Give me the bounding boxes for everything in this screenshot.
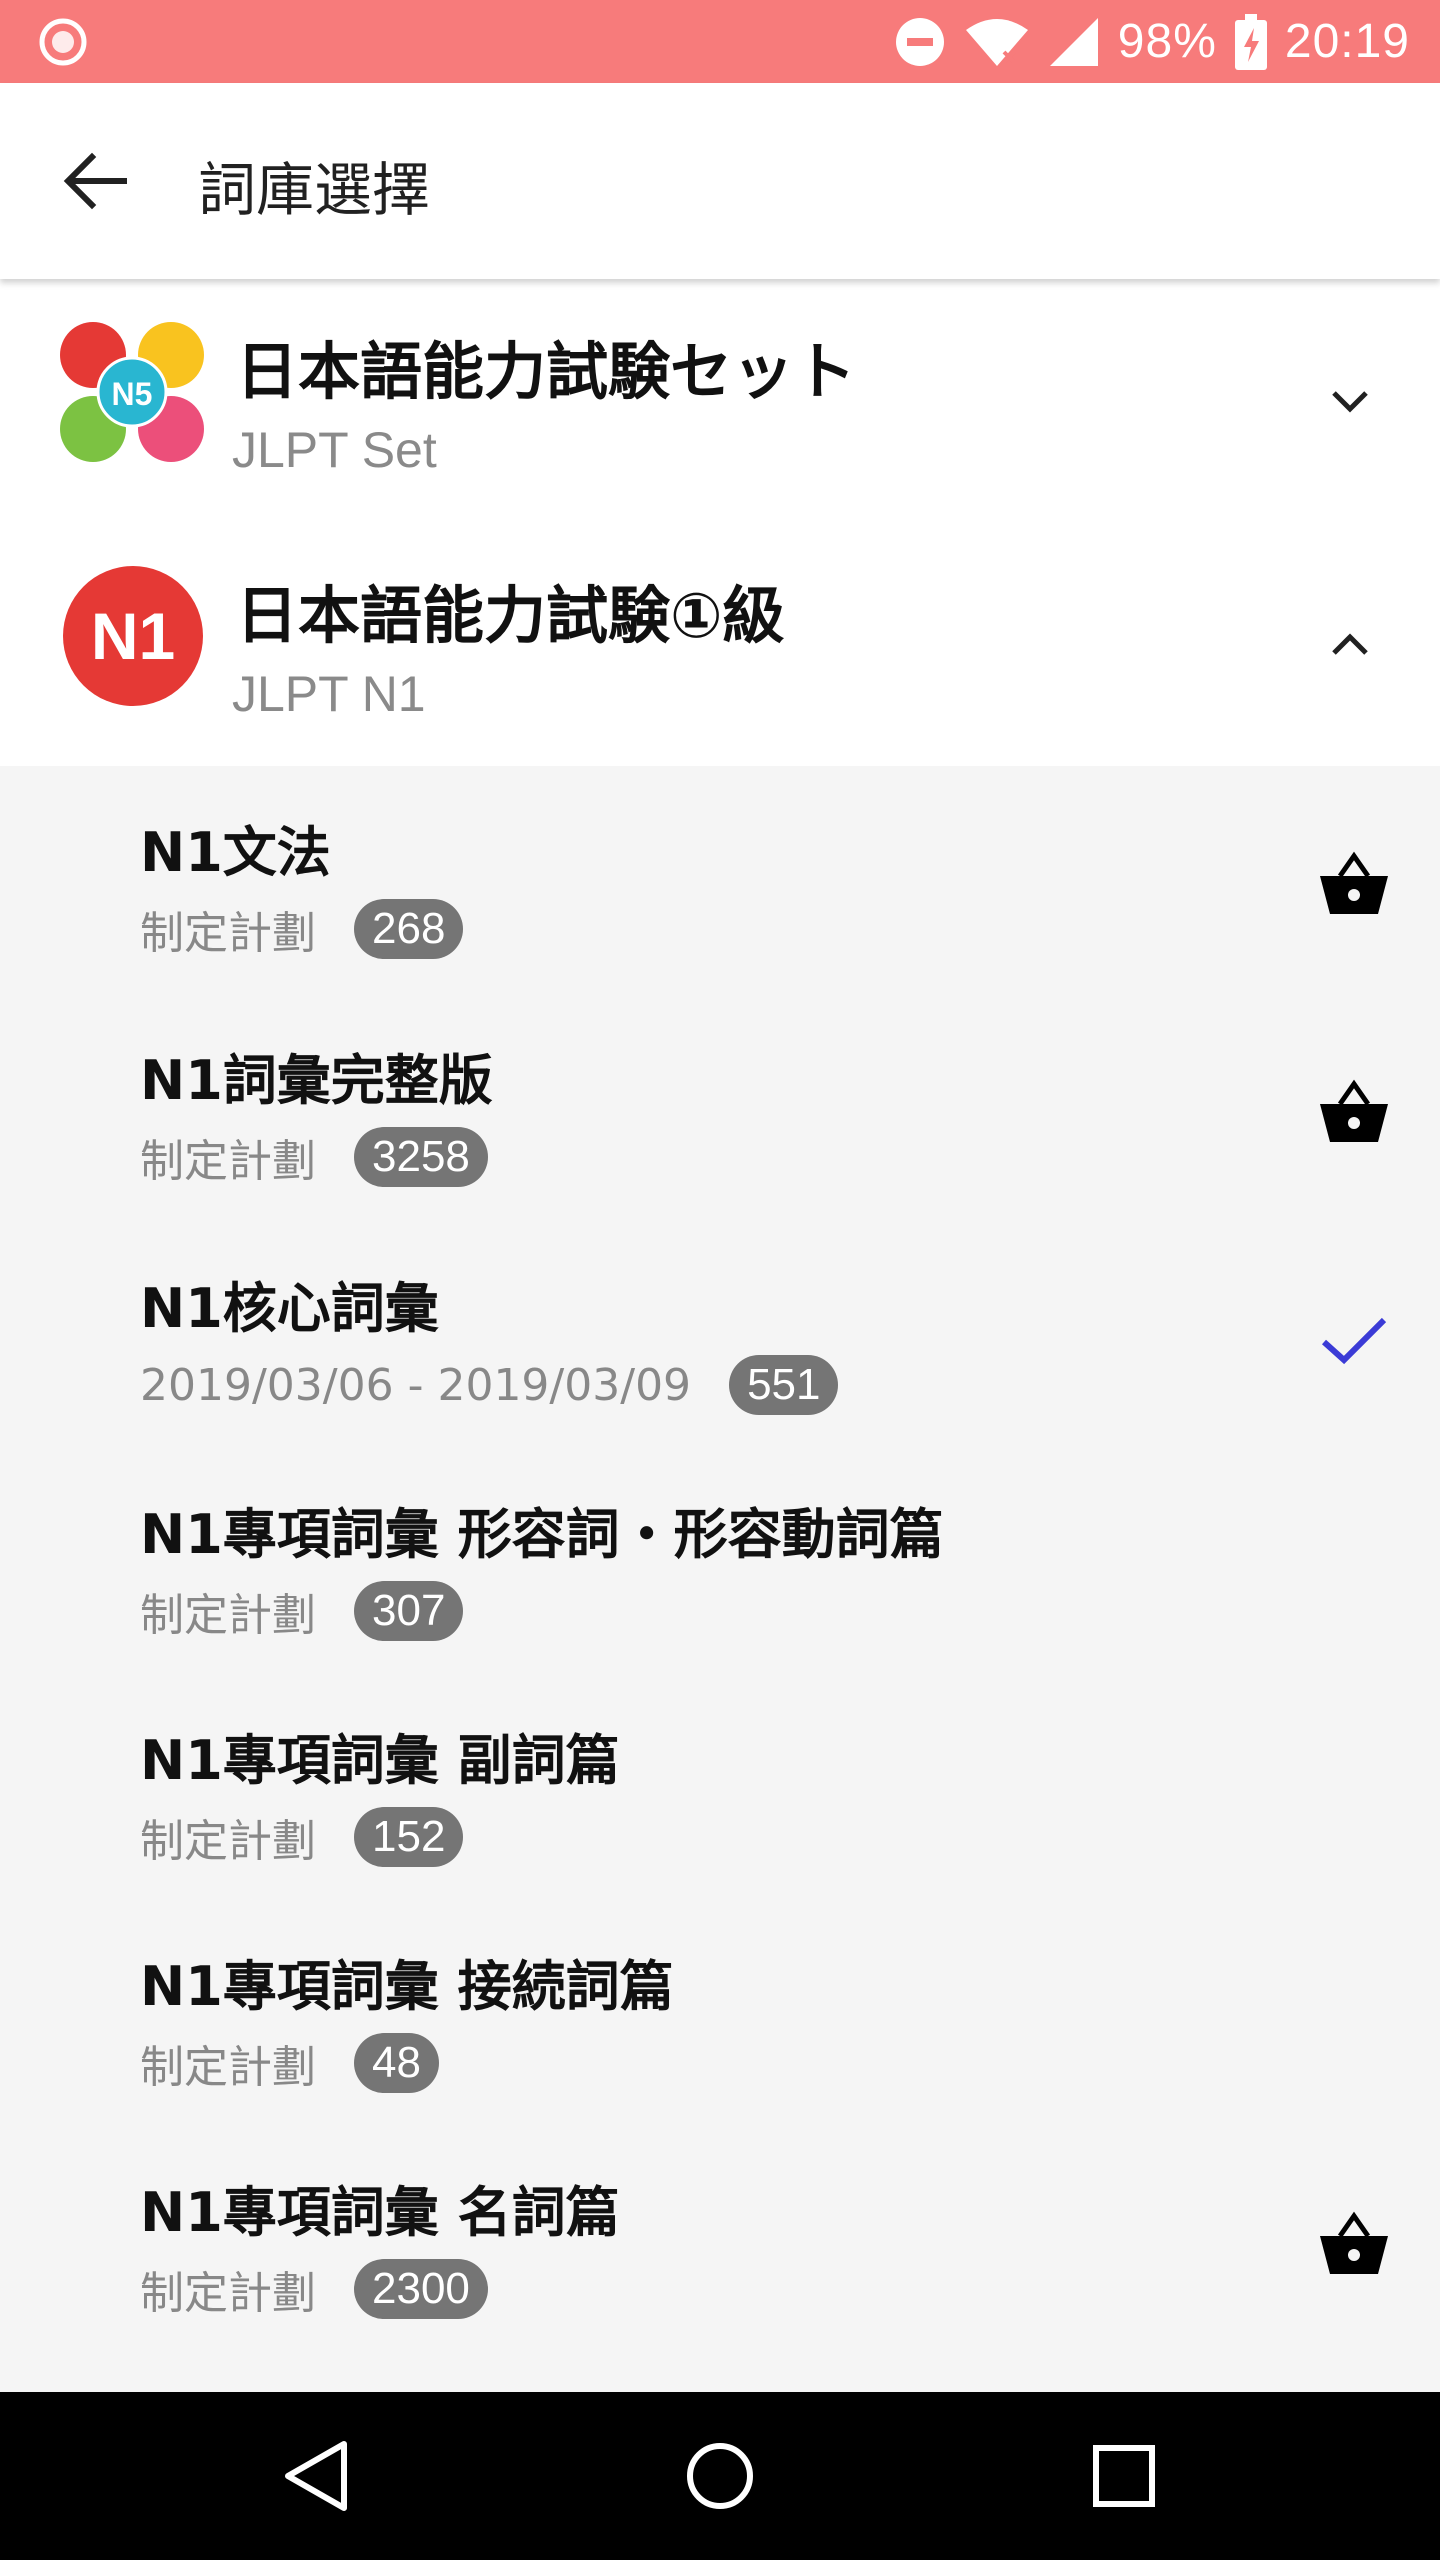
svg-text:N5: N5	[112, 376, 153, 412]
n1-list: N1文法 制定計劃 268 N1詞彙完整版 制定計劃 3258 N1核心詞彙 2…	[0, 766, 1440, 2392]
status-bar: 98% 20:19	[0, 0, 1440, 83]
list-item-title: N1專項詞彙 名詞篇	[140, 2181, 620, 2244]
list-item[interactable]: N1專項詞彙 名詞篇 制定計劃 2300	[0, 2126, 1440, 2352]
list-item[interactable]: N1專項詞彙 接続詞篇 制定計劃 48	[0, 1900, 1440, 2126]
list-item[interactable]: N1文法 制定計劃 268	[0, 766, 1440, 992]
svg-text:N1: N1	[91, 599, 175, 673]
count-badge: 307	[354, 1581, 464, 1641]
list-item-subtitle: 制定計劃	[140, 1816, 316, 1867]
check-icon[interactable]	[1316, 1302, 1392, 1378]
group-jlpt-n1[interactable]: N1 日本語能力試験①級 JLPT N1	[0, 523, 1440, 767]
notification-record-icon	[39, 18, 87, 66]
list-item-subtitle: 制定計劃	[140, 1590, 316, 1641]
group-title: 日本語能力試験セット	[236, 335, 857, 408]
list-item-title: N1專項詞彙 副詞篇	[140, 1729, 620, 1792]
basket-icon[interactable]	[1316, 1074, 1392, 1150]
list-item-selected[interactable]: N1核心詞彙 2019/03/06 - 2019/03/09 551	[0, 1222, 1440, 1448]
list-item-subtitle: 制定計劃	[140, 1136, 316, 1187]
basket-icon[interactable]	[1316, 2206, 1392, 2282]
list-item-subtitle: 制定計劃	[140, 2042, 316, 2093]
group-jlpt-set[interactable]: N5 日本語能力試験セット JLPT Set	[0, 279, 1440, 523]
chevron-down-icon[interactable]	[1320, 371, 1380, 431]
chevron-up-icon[interactable]	[1320, 615, 1380, 675]
app-bar: 詞庫選擇	[0, 83, 1440, 279]
cell-signal-icon	[1049, 17, 1098, 66]
list-item-subtitle: 制定計劃	[140, 2268, 316, 2319]
list-item-title: N1核心詞彙	[140, 1277, 439, 1340]
list-item-title: N1詞彙完整版	[140, 1049, 493, 1112]
jlpt-set-logo-icon: N5	[60, 322, 204, 462]
group-subtitle: JLPT Set	[232, 422, 437, 478]
list-item-title: N1文法	[140, 821, 331, 884]
battery-charging-icon	[1234, 13, 1267, 70]
count-badge: 152	[354, 1807, 464, 1867]
group-subtitle: JLPT N1	[232, 666, 426, 722]
list-item[interactable]: N1專項詞彙 副詞篇 制定計劃 152	[0, 1674, 1440, 1900]
count-badge: 48	[354, 2033, 439, 2093]
page-title: 詞庫選擇	[198, 156, 431, 224]
nav-back-icon[interactable]	[266, 2426, 366, 2526]
list-item-title: N1專項詞彙 接続詞篇	[140, 1955, 674, 2018]
list-item-title: N1專項詞彙 形容詞・形容動詞篇	[140, 1503, 944, 1566]
list-item[interactable]: N1詞彙完整版 制定計劃 3258	[0, 994, 1440, 1220]
list-item-subtitle: 制定計劃	[140, 908, 316, 959]
count-badge: 3258	[354, 1127, 488, 1187]
system-nav-bar	[0, 2392, 1440, 2560]
wifi-icon	[965, 18, 1028, 66]
back-arrow-icon[interactable]	[56, 141, 136, 221]
nav-home-icon[interactable]	[670, 2426, 770, 2526]
list-item-date-range: 2019/03/06 - 2019/03/09	[140, 1359, 692, 1411]
group-title: 日本語能力試験①級	[236, 579, 785, 652]
n1-logo-icon: N1	[63, 566, 203, 706]
basket-icon[interactable]	[1316, 846, 1392, 922]
status-icons: 98% 20:19	[894, 0, 1410, 83]
count-badge: 551	[729, 1355, 839, 1415]
count-badge: 2300	[354, 2259, 488, 2319]
nav-recents-icon[interactable]	[1074, 2426, 1174, 2526]
count-badge: 268	[354, 899, 464, 959]
battery-percent: 98%	[1117, 15, 1217, 68]
list-item[interactable]: N1專項詞彙 形容詞・形容動詞篇 制定計劃 307	[0, 1448, 1440, 1674]
clock: 20:19	[1284, 15, 1410, 68]
do-not-disturb-icon	[895, 17, 944, 66]
